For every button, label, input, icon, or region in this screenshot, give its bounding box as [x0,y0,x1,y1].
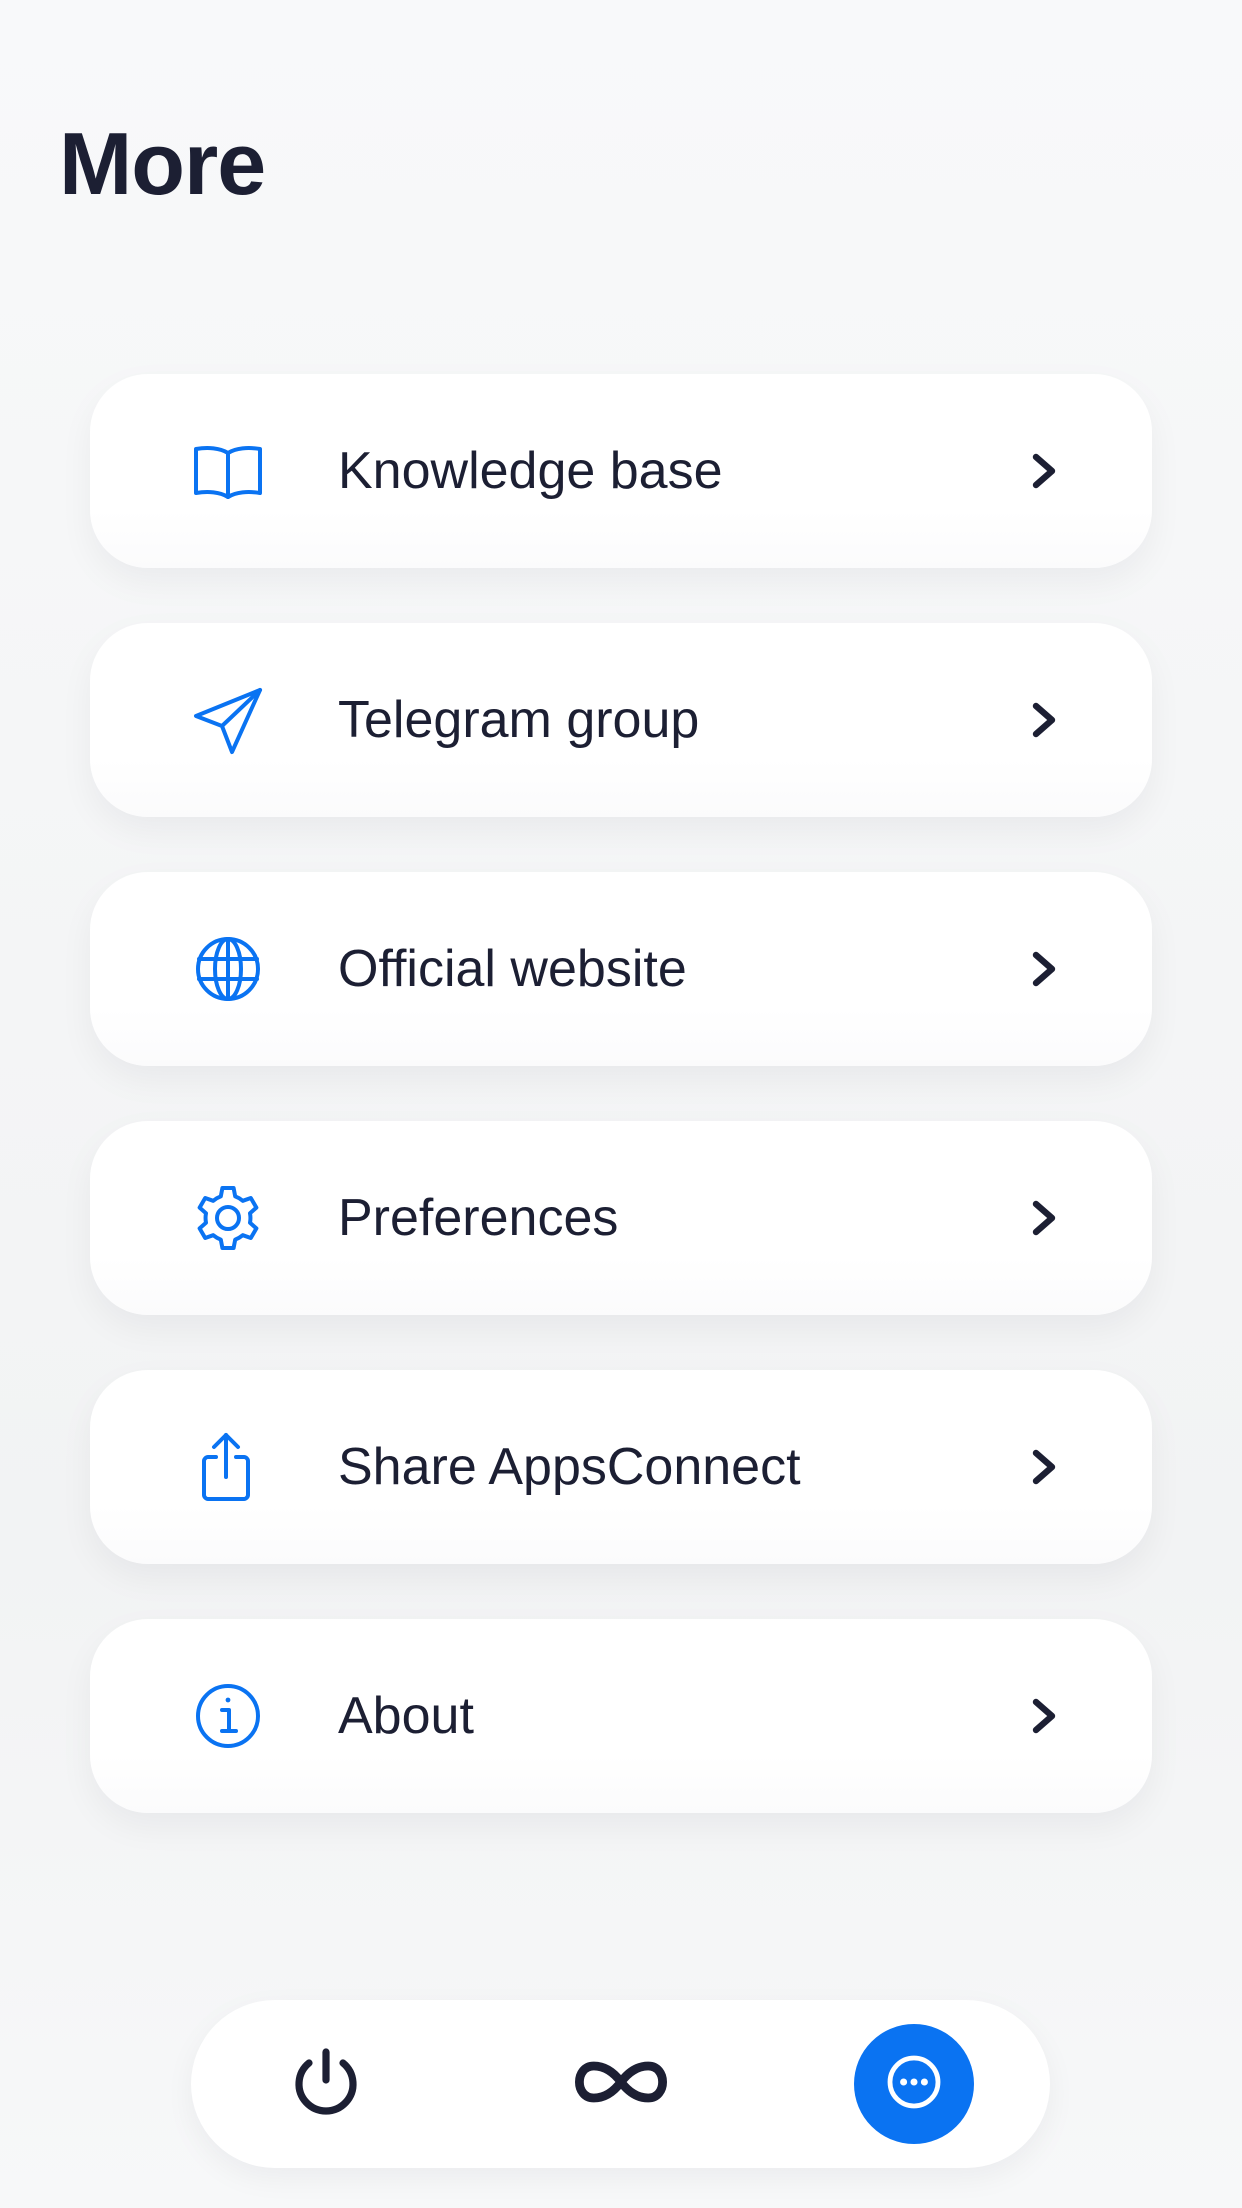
chevron-right-icon [1026,1696,1060,1736]
menu-item-label: Knowledge base [338,442,723,500]
menu-item-share-appsconnect[interactable]: Share AppsConnect [90,1370,1152,1564]
menu-item-label: About [338,1687,474,1745]
menu-item-official-website[interactable]: Official website [90,872,1152,1066]
chevron-right-icon [1026,1447,1060,1487]
tab-power[interactable] [281,2039,371,2129]
chevron-right-icon [1026,949,1060,989]
menu-item-label: Preferences [338,1189,619,1247]
tab-more[interactable] [854,2024,974,2144]
gear-icon [188,1178,268,1258]
info-icon [188,1676,268,1756]
menu-item-about[interactable]: About [90,1619,1152,1813]
more-icon [882,2050,946,2119]
menu-item-knowledge-base[interactable]: Knowledge base [90,374,1152,568]
menu-item-telegram-group[interactable]: Telegram group [90,623,1152,817]
paper-plane-icon [188,680,268,760]
chevron-right-icon [1026,1198,1060,1238]
bottom-tab-bar [191,2000,1050,2168]
menu-item-label: Share AppsConnect [338,1438,801,1496]
share-icon [188,1427,268,1507]
menu-item-preferences[interactable]: Preferences [90,1121,1152,1315]
chevron-right-icon [1026,700,1060,740]
menu-list: Knowledge base Telegram group Official w… [90,374,1152,1868]
power-icon [286,2042,366,2127]
menu-item-label: Official website [338,940,687,998]
page-title: More [59,114,266,213]
book-icon [188,431,268,511]
globe-icon [188,929,268,1009]
infinity-icon [573,2050,669,2119]
tab-infinity[interactable] [566,2039,676,2129]
menu-item-label: Telegram group [338,691,700,749]
chevron-right-icon [1026,451,1060,491]
